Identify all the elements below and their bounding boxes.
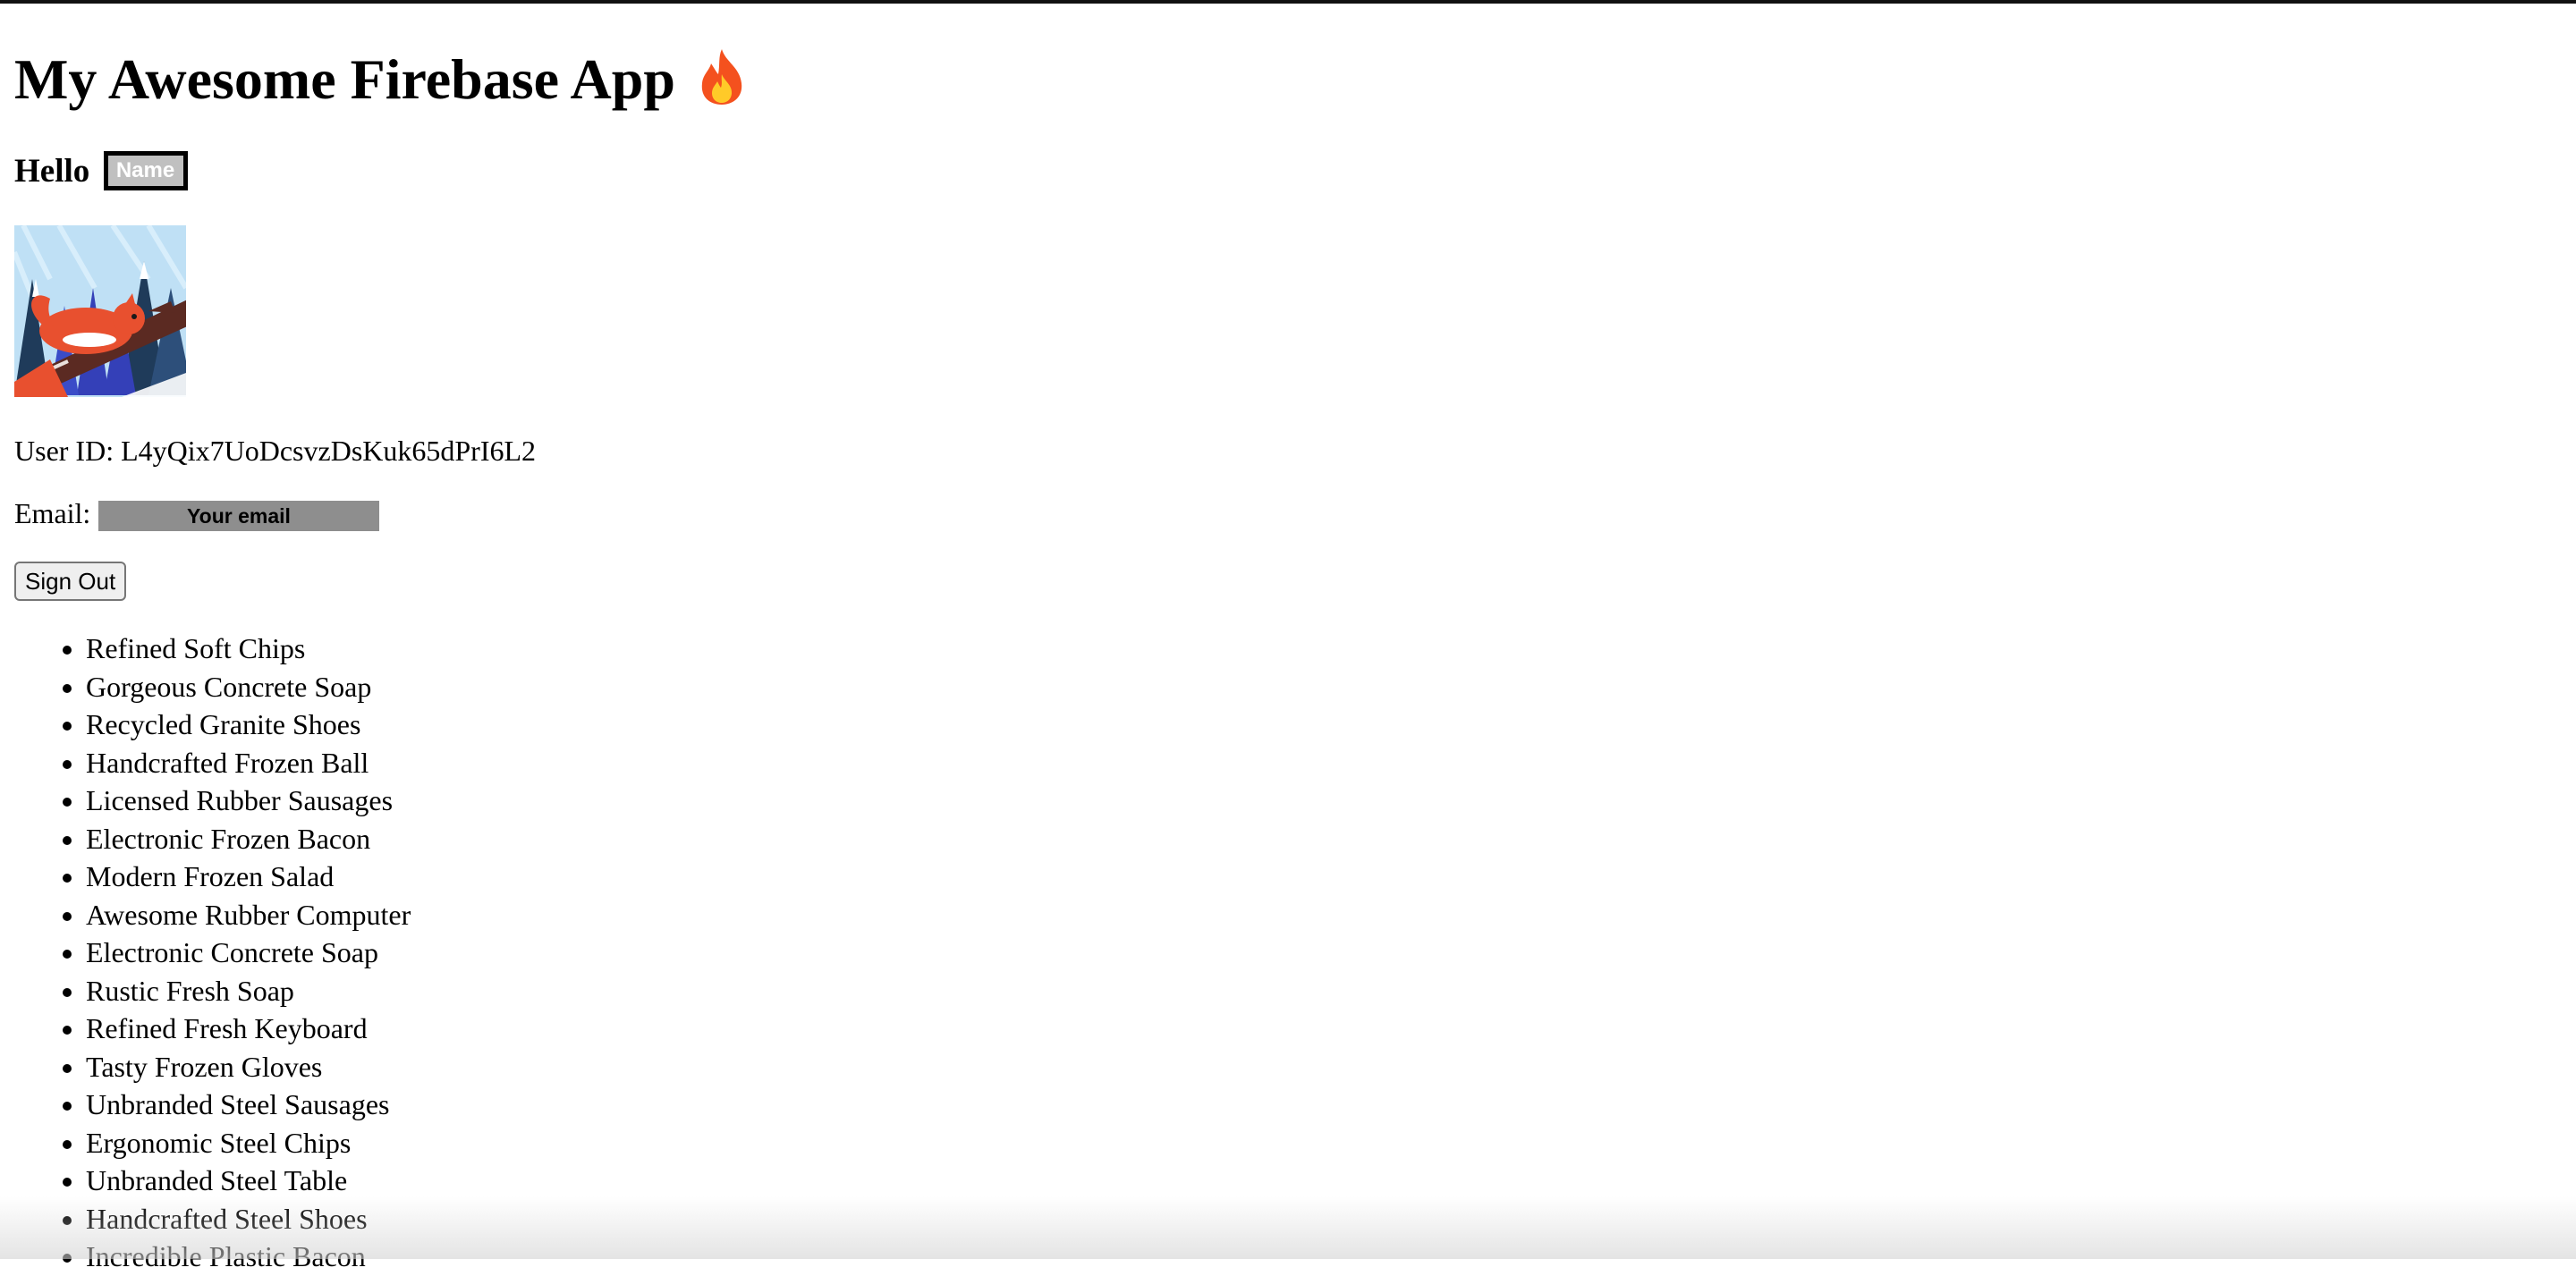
list-item: Electronic Concrete Soap <box>86 934 411 972</box>
squirrel-avatar-image <box>14 225 186 397</box>
list-item: Refined Fresh Keyboard <box>86 1010 411 1048</box>
page-title-text: My Awesome Firebase App <box>14 47 675 111</box>
greeting-hello: Hello <box>14 153 90 190</box>
list-item: Electronic Frozen Bacon <box>86 820 411 858</box>
sign-out-button[interactable]: Sign Out <box>14 562 127 601</box>
list-item: Gorgeous Concrete Soap <box>86 668 411 706</box>
list-item: Handcrafted Steel Shoes <box>86 1200 411 1238</box>
email-row: Email: Your email <box>14 495 379 531</box>
list-item: Unbranded Steel Table <box>86 1162 411 1200</box>
list-item: Incredible Plastic Bacon <box>86 1238 411 1276</box>
list-item: Modern Frozen Salad <box>86 858 411 896</box>
avatar <box>14 225 186 397</box>
list-item: Handcrafted Frozen Ball <box>86 744 411 782</box>
name-field[interactable]: Name <box>103 150 188 190</box>
product-list: Refined Soft Chips Gorgeous Concrete Soa… <box>14 630 411 1276</box>
list-item: Recycled Granite Shoes <box>86 706 411 744</box>
list-item: Awesome Rubber Computer <box>86 896 411 934</box>
list-item: Unbranded Steel Sausages <box>86 1086 411 1124</box>
list-item: Licensed Rubber Sausages <box>86 782 411 820</box>
page-title: My Awesome Firebase App <box>14 45 749 123</box>
user-id-text: User ID: L4yQix7UoDcsvzDsKuk65dPrI6L2 <box>14 435 537 467</box>
email-field[interactable]: Your email <box>98 501 379 531</box>
list-item: Refined Soft Chips <box>86 630 411 668</box>
greeting: Hello Name <box>14 150 188 194</box>
list-item: Rustic Fresh Soap <box>86 972 411 1010</box>
window-top-border <box>0 0 2576 4</box>
list-item: Ergonomic Steel Chips <box>86 1124 411 1162</box>
flame-icon <box>695 47 749 123</box>
list-item: Tasty Frozen Gloves <box>86 1048 411 1086</box>
email-label: Email: <box>14 497 91 529</box>
